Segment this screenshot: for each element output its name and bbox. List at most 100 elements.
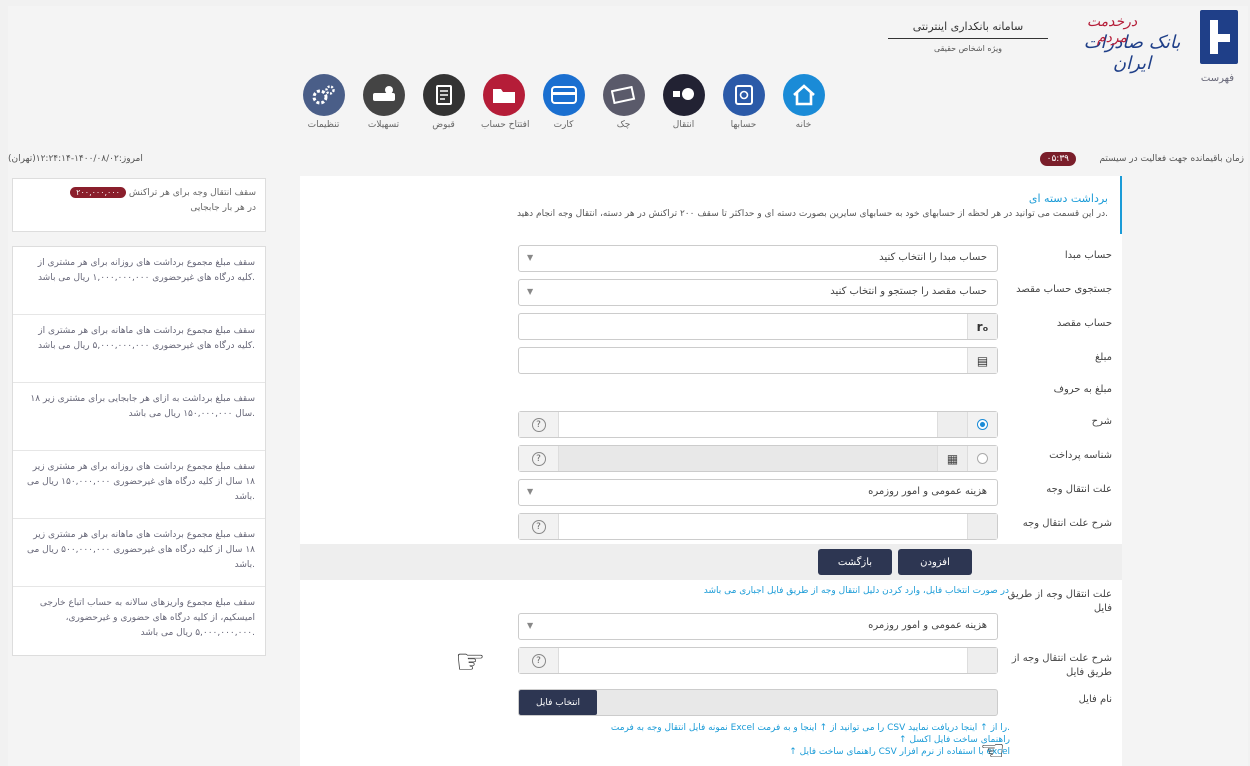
desc-radio[interactable] — [977, 419, 988, 430]
limit-item: سقف مبلغ مجموع برداشت های ماهانه برای هر… — [13, 315, 265, 383]
transfer-limit-box: سقف انتقال وجه برای هر تراکنش ۲۰۰,۰۰۰,۰۰… — [12, 178, 266, 232]
back-button[interactable]: بازگشت — [818, 549, 892, 575]
help-links: نمونه فایل انتقال وجه به فرمت Excel را م… — [300, 722, 1010, 758]
nav-loans[interactable]: تسهیلات — [361, 74, 406, 130]
file-input[interactable]: انتخاب فایل — [518, 689, 998, 716]
sample-file-link[interactable]: نمونه فایل انتقال وجه به فرمت Excel را م… — [300, 722, 1010, 734]
limit-text: سقف انتقال وجه برای هر تراکنش — [128, 188, 256, 198]
choose-file-button[interactable]: انتخاب فایل — [519, 690, 597, 715]
menu-label[interactable]: فهرست — [1201, 73, 1234, 84]
source-label: حساب مبدا — [1064, 250, 1112, 261]
row-reason: علت انتقال وجه هزینه عمومی و امور روزمره… — [300, 476, 1124, 506]
amount-input[interactable]: ▤ — [518, 347, 998, 374]
nav-label: افتتاح حساب — [481, 120, 530, 130]
system-subtitle: ویژه اشخاص حقیقی — [933, 44, 1003, 53]
page-description-text: در این قسمت می توانید در هر لحظه از حساب… — [516, 209, 1108, 219]
folder-icon — [482, 74, 525, 116]
help-addon: ? — [519, 648, 559, 673]
source-account-select[interactable]: حساب مبدا را انتخاب کنید ▼ — [518, 245, 998, 272]
bank-logo-icon — [1200, 10, 1238, 64]
caret-down-icon: ▼ — [527, 287, 534, 296]
calculator-icon[interactable]: ▦ — [937, 446, 967, 471]
nav-home[interactable]: خانه — [781, 74, 826, 130]
source-placeholder: حساب مبدا را انتخاب کنید — [879, 252, 987, 263]
nav-card[interactable]: کارت — [541, 74, 586, 130]
file-name-label: نام فایل — [1078, 694, 1112, 705]
safe-icon — [722, 74, 765, 116]
main-panel: برداشت دسته ای در این قسمت می توانید در … — [300, 176, 1124, 766]
reason-desc-label: شرح علت انتقال وجه — [1022, 518, 1112, 529]
pointing-hand-icon: ☜ — [980, 734, 1006, 766]
today-date: امروز:۱۴۰۰/۰۸/۰۲-۱۲:۲۴:۱۴(تهران) — [8, 154, 143, 164]
file-reason-value: هزینه عمومی و امور روزمره — [868, 620, 987, 631]
reason-select[interactable]: هزینه عمومی و امور روزمره ▼ — [518, 479, 998, 506]
scrollbar[interactable] — [1122, 176, 1130, 766]
system-title: سامانه بانکداری اینترنتی ویژه اشخاص حقیق… — [888, 20, 1048, 53]
limit-item: سقف مبلغ مجموع واریزهای سالانه به حساب ا… — [39, 598, 255, 638]
row-dest-search: جستجوی حساب مقصد حساب مقصد را جستجو و ان… — [300, 276, 1124, 306]
file-reason-desc-input[interactable]: ? — [518, 647, 998, 674]
help-addon: ? — [519, 514, 559, 539]
row-file-name: نام فایل انتخاب فایل — [300, 686, 1124, 716]
nav-open-account[interactable]: افتتاح حساب — [481, 74, 530, 130]
row-file-reason-label: علت انتقال وجه از طریق فایل — [300, 580, 1124, 614]
help-icon[interactable]: ? — [531, 451, 546, 466]
transfer-form: حساب مبدا حساب مبدا را انتخاب کنید ▼ جست… — [300, 234, 1124, 544]
dest-account-search[interactable]: حساب مقصد را جستجو و انتخاب کنید ▼ — [518, 279, 998, 306]
session-text: زمان باقیمانده جهت فعالیت در سیستم — [1099, 154, 1244, 164]
form-buttons: افزودن بازگشت — [300, 544, 1124, 580]
help-icon[interactable]: ? — [531, 653, 546, 668]
nav-label: انتقال — [672, 120, 695, 130]
help-addon: ? — [519, 446, 559, 471]
row-payment-id: شناسه پرداخت ? ▦ — [300, 442, 1124, 472]
nav-bills[interactable]: قبوض — [421, 74, 466, 130]
payment-id-label: شناسه پرداخت — [1049, 450, 1112, 461]
pointing-hand-icon: ☞ — [455, 642, 486, 682]
help-addon: ? — [519, 412, 559, 437]
page-title: برداشت دسته ای — [1028, 192, 1108, 205]
caret-down-icon: ▼ — [527, 487, 534, 496]
nav-transfer[interactable]: انتقال — [661, 74, 706, 130]
bill-icon — [422, 74, 465, 116]
payment-id-input[interactable]: ? ▦ — [518, 445, 998, 472]
gear-icon — [302, 74, 345, 116]
row-file-reason: هزینه عمومی و امور روزمره ▼ — [300, 610, 1124, 640]
desc-input[interactable]: ? — [518, 411, 998, 438]
add-button[interactable]: افزودن — [898, 549, 972, 575]
nav-label: قبوض — [432, 120, 455, 130]
limit-item: سقف مبلغ مجموع برداشت های روزانه برای هر… — [13, 451, 265, 519]
limit-item: سقف مبلغ برداشت به ازای هر جابجایی برای … — [13, 383, 265, 451]
nav-accounts[interactable]: حسابها — [721, 74, 766, 130]
nav-cheque[interactable]: چک — [601, 74, 646, 130]
loan-icon — [362, 74, 405, 116]
nav-label: خانه — [795, 120, 812, 130]
radio-addon — [967, 412, 997, 437]
limit-suffix: در هر بار جابجایی — [190, 203, 256, 213]
csv-guide-link[interactable]: ↑ راهنمای ساخت فایل CSV با استفاده از نر… — [300, 746, 1010, 758]
nav-label: کارت — [553, 120, 574, 130]
excel-guide-link[interactable]: ↑ راهنمای ساخت فایل اکسل — [300, 734, 1010, 746]
amount-label: مبلغ — [1094, 352, 1112, 363]
reason-value: هزینه عمومی و امور روزمره — [868, 486, 987, 497]
file-reason-select[interactable]: هزینه عمومی و امور روزمره ▼ — [518, 613, 998, 640]
bank-slogan: درخدمت مردم — [1086, 14, 1138, 46]
dest-account-input[interactable]: rₒ — [518, 313, 998, 340]
bank-name: درخدمت مردم بانک صادرات ایران — [1072, 14, 1192, 74]
reason-desc-input[interactable]: ? — [518, 513, 998, 540]
dest-search-placeholder: حساب مقصد را جستجو و انتخاب کنید — [830, 286, 987, 297]
radio-addon — [967, 446, 997, 471]
main-nav: خانه حسابها انتقال چک کارت افتتاح حساب ق… — [301, 74, 826, 130]
caret-down-icon: ▼ — [527, 621, 534, 630]
payment-id-radio[interactable] — [977, 453, 988, 464]
reason-label: علت انتقال وجه — [1046, 484, 1112, 495]
limit-item: سقف مبلغ مجموع برداشت های روزانه برای هر… — [13, 247, 265, 315]
page: فهرست درخدمت مردم بانک صادرات ایران ساما… — [8, 6, 1248, 766]
nav-settings[interactable]: تنظیمات — [301, 74, 346, 130]
nav-label: تسهیلات — [367, 120, 400, 130]
cheque-icon — [602, 74, 645, 116]
limit-item: سقف مبلغ مجموع برداشت های ماهانه برای هر… — [13, 519, 265, 587]
help-icon[interactable]: ? — [531, 417, 546, 432]
caret-down-icon: ▼ — [527, 253, 534, 262]
dest-label: حساب مقصد — [1056, 318, 1112, 329]
help-icon[interactable]: ? — [531, 519, 546, 534]
